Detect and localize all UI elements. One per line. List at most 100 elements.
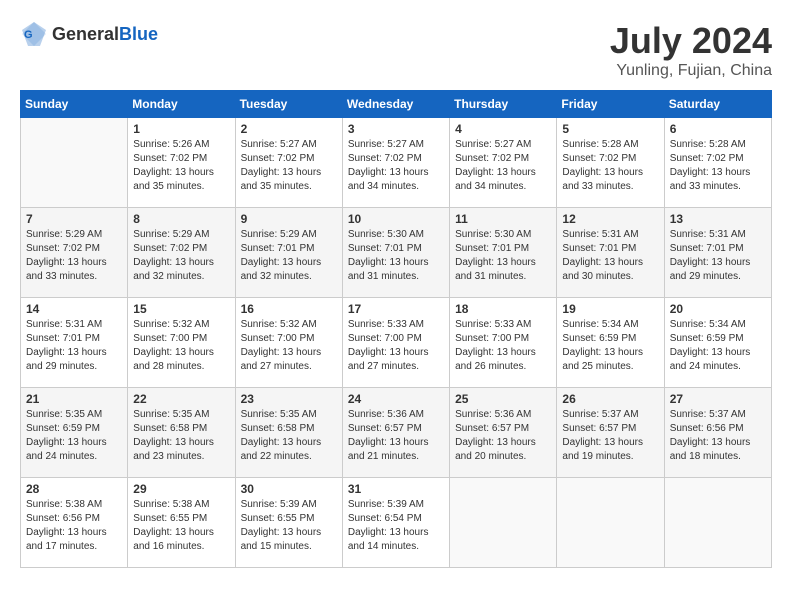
day-number: 25 <box>455 392 551 406</box>
day-info: Sunrise: 5:35 AM Sunset: 6:59 PM Dayligh… <box>26 408 122 464</box>
calendar-day-header: Wednesday <box>342 91 449 118</box>
day-info: Sunrise: 5:38 AM Sunset: 6:55 PM Dayligh… <box>133 498 229 554</box>
page-header: G GeneralBlue July 2024 Yunling, Fujian,… <box>20 20 772 80</box>
day-number: 19 <box>562 302 658 316</box>
day-info: Sunrise: 5:37 AM Sunset: 6:57 PM Dayligh… <box>562 408 658 464</box>
day-number: 31 <box>348 482 444 496</box>
day-number: 15 <box>133 302 229 316</box>
calendar-week-row: 1 Sunrise: 5:26 AM Sunset: 7:02 PM Daylig… <box>21 118 772 208</box>
day-number: 8 <box>133 212 229 226</box>
day-info: Sunrise: 5:26 AM Sunset: 7:02 PM Dayligh… <box>133 138 229 194</box>
day-info: Sunrise: 5:29 AM Sunset: 7:02 PM Dayligh… <box>133 228 229 284</box>
calendar-cell: 7 Sunrise: 5:29 AM Sunset: 7:02 PM Daylig… <box>21 208 128 298</box>
day-info: Sunrise: 5:32 AM Sunset: 7:00 PM Dayligh… <box>133 318 229 374</box>
day-number: 11 <box>455 212 551 226</box>
day-info: Sunrise: 5:39 AM Sunset: 6:55 PM Dayligh… <box>241 498 337 554</box>
calendar-cell: 28Sunrise: 5:38 AM Sunset: 6:56 PM Dayli… <box>21 478 128 568</box>
day-info: Sunrise: 5:34 AM Sunset: 6:59 PM Dayligh… <box>562 318 658 374</box>
calendar-cell: 20Sunrise: 5:34 AM Sunset: 6:59 PM Dayli… <box>664 298 771 388</box>
day-info: Sunrise: 5:39 AM Sunset: 6:54 PM Dayligh… <box>348 498 444 554</box>
calendar-cell: 16 Sunrise: 5:32 AM Sunset: 7:00 PM Dayli… <box>235 298 342 388</box>
logo-blue-text: Blue <box>119 24 158 44</box>
day-number: 5 <box>562 122 658 136</box>
day-number: 23 <box>241 392 337 406</box>
calendar-cell: 30 Sunrise: 5:39 AM Sunset: 6:55 PM Dayli… <box>235 478 342 568</box>
calendar-cell: 29 Sunrise: 5:38 AM Sunset: 6:55 PM Dayli… <box>128 478 235 568</box>
calendar-cell: 13 Sunrise: 5:31 AM Sunset: 7:01 PM Dayli… <box>664 208 771 298</box>
calendar-cell: 24 Sunrise: 5:36 AM Sunset: 6:57 PM Dayli… <box>342 388 449 478</box>
calendar-cell <box>450 478 557 568</box>
day-number: 6 <box>670 122 766 136</box>
calendar-cell: 15 Sunrise: 5:32 AM Sunset: 7:00 PM Dayli… <box>128 298 235 388</box>
day-number: 30 <box>241 482 337 496</box>
day-number: 29 <box>133 482 229 496</box>
calendar-cell: 5 Sunrise: 5:28 AM Sunset: 7:02 PM Daylig… <box>557 118 664 208</box>
day-info: Sunrise: 5:29 AM Sunset: 7:02 PM Dayligh… <box>26 228 122 284</box>
day-number: 4 <box>455 122 551 136</box>
calendar-cell <box>21 118 128 208</box>
day-number: 14 <box>26 302 122 316</box>
day-number: 13 <box>670 212 766 226</box>
day-number: 27 <box>670 392 766 406</box>
day-number: 16 <box>241 302 337 316</box>
calendar-cell: 18 Sunrise: 5:33 AM Sunset: 7:00 PM Dayli… <box>450 298 557 388</box>
calendar-day-header: Sunday <box>21 91 128 118</box>
day-info: Sunrise: 5:31 AM Sunset: 7:01 PM Dayligh… <box>26 318 122 374</box>
calendar-week-row: 21Sunrise: 5:35 AM Sunset: 6:59 PM Dayli… <box>21 388 772 478</box>
svg-text:G: G <box>24 29 33 41</box>
calendar-week-row: 14 Sunrise: 5:31 AM Sunset: 7:01 PM Dayli… <box>21 298 772 388</box>
calendar-cell: 9Sunrise: 5:29 AM Sunset: 7:01 PM Daylig… <box>235 208 342 298</box>
title-area: July 2024 Yunling, Fujian, China <box>610 20 772 80</box>
calendar-day-header: Monday <box>128 91 235 118</box>
day-number: 26 <box>562 392 658 406</box>
calendar-cell: 25 Sunrise: 5:36 AM Sunset: 6:57 PM Dayli… <box>450 388 557 478</box>
day-info: Sunrise: 5:34 AM Sunset: 6:59 PM Dayligh… <box>670 318 766 374</box>
logo-icon: G <box>20 20 48 48</box>
calendar-day-header: Saturday <box>664 91 771 118</box>
calendar-cell: 23Sunrise: 5:35 AM Sunset: 6:58 PM Dayli… <box>235 388 342 478</box>
calendar-cell: 10 Sunrise: 5:30 AM Sunset: 7:01 PM Dayli… <box>342 208 449 298</box>
day-number: 24 <box>348 392 444 406</box>
calendar-cell: 19 Sunrise: 5:34 AM Sunset: 6:59 PM Dayli… <box>557 298 664 388</box>
calendar-cell: 1 Sunrise: 5:26 AM Sunset: 7:02 PM Daylig… <box>128 118 235 208</box>
calendar-cell: 14 Sunrise: 5:31 AM Sunset: 7:01 PM Dayli… <box>21 298 128 388</box>
day-info: Sunrise: 5:27 AM Sunset: 7:02 PM Dayligh… <box>348 138 444 194</box>
calendar-day-header: Thursday <box>450 91 557 118</box>
calendar-cell: 8 Sunrise: 5:29 AM Sunset: 7:02 PM Daylig… <box>128 208 235 298</box>
calendar-cell <box>557 478 664 568</box>
calendar-cell: 26 Sunrise: 5:37 AM Sunset: 6:57 PM Dayli… <box>557 388 664 478</box>
calendar-cell: 4 Sunrise: 5:27 AM Sunset: 7:02 PM Daylig… <box>450 118 557 208</box>
calendar-cell: 6Sunrise: 5:28 AM Sunset: 7:02 PM Daylig… <box>664 118 771 208</box>
day-info: Sunrise: 5:31 AM Sunset: 7:01 PM Dayligh… <box>670 228 766 284</box>
calendar-week-row: 7 Sunrise: 5:29 AM Sunset: 7:02 PM Daylig… <box>21 208 772 298</box>
calendar-cell: 12 Sunrise: 5:31 AM Sunset: 7:01 PM Dayli… <box>557 208 664 298</box>
day-number: 2 <box>241 122 337 136</box>
day-number: 10 <box>348 212 444 226</box>
day-number: 18 <box>455 302 551 316</box>
calendar-cell <box>664 478 771 568</box>
calendar-cell: 17 Sunrise: 5:33 AM Sunset: 7:00 PM Dayli… <box>342 298 449 388</box>
day-info: Sunrise: 5:27 AM Sunset: 7:02 PM Dayligh… <box>241 138 337 194</box>
day-info: Sunrise: 5:28 AM Sunset: 7:02 PM Dayligh… <box>562 138 658 194</box>
calendar-week-row: 28Sunrise: 5:38 AM Sunset: 6:56 PM Dayli… <box>21 478 772 568</box>
calendar-cell: 31 Sunrise: 5:39 AM Sunset: 6:54 PM Dayli… <box>342 478 449 568</box>
day-info: Sunrise: 5:36 AM Sunset: 6:57 PM Dayligh… <box>348 408 444 464</box>
day-number: 7 <box>26 212 122 226</box>
day-number: 22 <box>133 392 229 406</box>
day-info: Sunrise: 5:35 AM Sunset: 6:58 PM Dayligh… <box>133 408 229 464</box>
location-title: Yunling, Fujian, China <box>610 62 772 80</box>
day-info: Sunrise: 5:30 AM Sunset: 7:01 PM Dayligh… <box>455 228 551 284</box>
day-number: 1 <box>133 122 229 136</box>
day-info: Sunrise: 5:36 AM Sunset: 6:57 PM Dayligh… <box>455 408 551 464</box>
day-info: Sunrise: 5:27 AM Sunset: 7:02 PM Dayligh… <box>455 138 551 194</box>
day-info: Sunrise: 5:33 AM Sunset: 7:00 PM Dayligh… <box>455 318 551 374</box>
day-number: 12 <box>562 212 658 226</box>
calendar-header-row: SundayMondayTuesdayWednesdayThursdayFrid… <box>21 91 772 118</box>
day-info: Sunrise: 5:33 AM Sunset: 7:00 PM Dayligh… <box>348 318 444 374</box>
day-number: 17 <box>348 302 444 316</box>
day-info: Sunrise: 5:31 AM Sunset: 7:01 PM Dayligh… <box>562 228 658 284</box>
logo-general-text: General <box>52 24 119 44</box>
day-info: Sunrise: 5:30 AM Sunset: 7:01 PM Dayligh… <box>348 228 444 284</box>
day-info: Sunrise: 5:29 AM Sunset: 7:01 PM Dayligh… <box>241 228 337 284</box>
day-info: Sunrise: 5:32 AM Sunset: 7:00 PM Dayligh… <box>241 318 337 374</box>
